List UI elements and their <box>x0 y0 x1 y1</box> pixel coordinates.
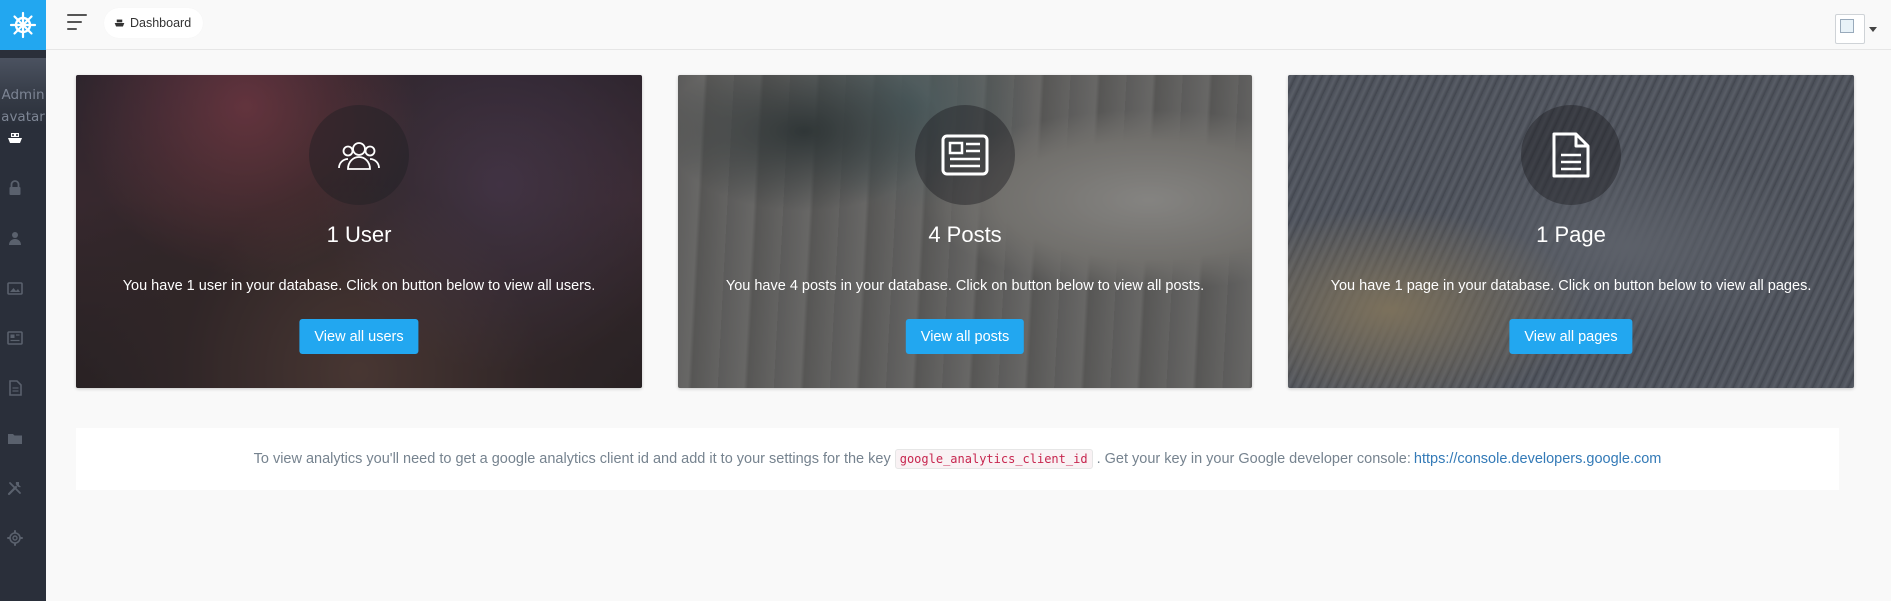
card-title: 4 Posts <box>928 222 1002 247</box>
folder-icon <box>8 433 22 444</box>
user-avatar[interactable] <box>1835 14 1865 44</box>
google-console-link[interactable]: https://console.developers.google.com <box>1414 451 1661 467</box>
avatar[interactable]: Admin avatar <box>0 58 46 126</box>
tools-icon <box>7 482 21 496</box>
users-card: 1 User You have 1 user in your database.… <box>76 75 642 388</box>
sidebar-item-users[interactable] <box>0 226 30 250</box>
person-icon <box>9 232 21 245</box>
image-icon <box>7 281 23 295</box>
file-icon <box>8 380 22 396</box>
analytics-text-after: . Get your key in your Google developer … <box>1096 451 1411 467</box>
user-menu[interactable] <box>1835 14 1877 44</box>
view-all-users-button[interactable]: View all users <box>299 319 419 354</box>
file-text-icon <box>1552 132 1590 178</box>
sidebar-item-dashboard[interactable] <box>0 126 30 150</box>
sidebar-item-settings[interactable] <box>0 526 30 550</box>
boat-icon <box>8 133 22 143</box>
sidebar-item-posts[interactable] <box>0 326 30 350</box>
sidebar-item-tools[interactable] <box>0 476 30 500</box>
sidebar: Admin avatar <box>0 0 46 601</box>
posts-icon-circle <box>915 105 1015 205</box>
sidebar-item-media[interactable] <box>0 276 30 300</box>
pages-icon-circle <box>1521 105 1621 205</box>
sidebar-toggle-button[interactable] <box>67 14 87 30</box>
avatar-alt-text: Admin avatar <box>1 87 45 125</box>
view-all-pages-button[interactable]: View all pages <box>1509 319 1633 354</box>
analytics-key-code: google_analytics_client_id <box>894 449 1093 469</box>
breadcrumb[interactable]: Dashboard <box>104 8 204 38</box>
top-bar: Dashboard <box>46 0 1891 50</box>
card-title: 1 User <box>326 222 392 247</box>
card-description: You have 1 page in your database. Click … <box>1330 278 1812 294</box>
boat-icon <box>114 19 125 27</box>
logo[interactable] <box>0 0 46 50</box>
lock-icon <box>9 180 21 195</box>
card-title: 1 Page <box>1536 222 1606 247</box>
posts-card: 4 Posts You have 4 posts in your databas… <box>678 75 1252 388</box>
sidebar-item-pages[interactable] <box>0 376 30 400</box>
helm-icon <box>9 11 37 39</box>
sidebar-item-roles[interactable] <box>0 176 30 200</box>
users-icon-circle <box>309 105 409 205</box>
card-description: You have 4 posts in your database. Click… <box>725 278 1205 294</box>
news-icon <box>7 331 23 345</box>
card-description: You have 1 user in your database. Click … <box>122 278 596 294</box>
view-all-posts-button[interactable]: View all posts <box>905 319 1025 354</box>
analytics-text: To view analytics you'll need to get a g… <box>253 451 891 467</box>
news-icon <box>941 134 989 176</box>
chevron-down-icon <box>1869 26 1877 32</box>
analytics-notice: To view analytics you'll need to get a g… <box>76 428 1839 490</box>
pages-card: 1 Page You have 1 page in your database.… <box>1288 75 1854 388</box>
breadcrumb-label: Dashboard <box>130 16 192 30</box>
sidebar-item-categories[interactable] <box>0 426 30 450</box>
users-icon <box>338 142 380 170</box>
gear-icon <box>7 530 23 546</box>
